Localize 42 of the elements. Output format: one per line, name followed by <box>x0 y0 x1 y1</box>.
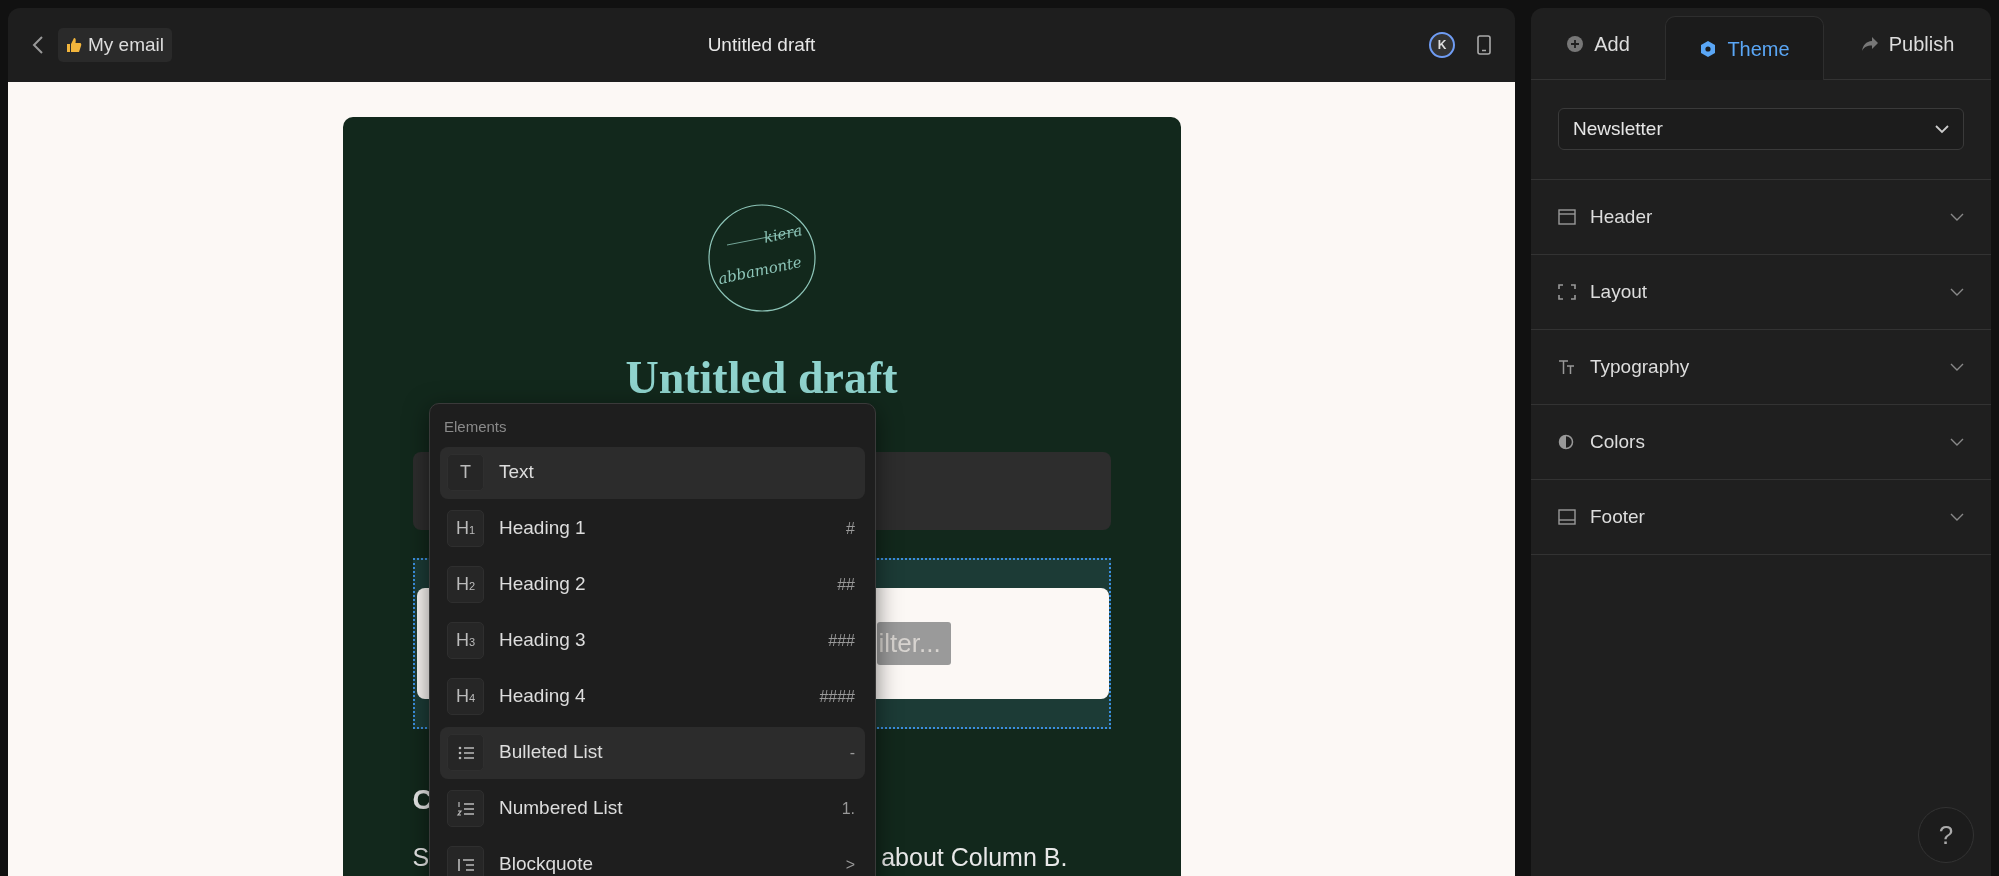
expand-corners-icon <box>1558 284 1576 300</box>
contrast-icon <box>1558 434 1576 450</box>
footer-layout-icon <box>1558 509 1576 525</box>
settings-section[interactable]: Header <box>1531 180 1991 255</box>
menu-item[interactable]: T Text <box>440 446 865 499</box>
document-title: Untitled draft <box>707 32 816 57</box>
filter-text: ilter... <box>876 621 951 665</box>
chevron-down-icon <box>1950 212 1964 222</box>
settings-section[interactable]: Typography <box>1531 330 1991 405</box>
text-size-icon <box>1558 359 1576 375</box>
phone-icon[interactable] <box>1477 35 1491 55</box>
template-dropdown[interactable]: Newsletter <box>1558 108 1964 150</box>
header-layout-icon <box>1558 209 1576 225</box>
settings-section[interactable]: Footer <box>1531 480 1991 555</box>
menu-item[interactable]: Numbered List 1. <box>440 782 865 835</box>
menu-heading: Elements <box>443 417 508 437</box>
panel-tab[interactable]: Theme <box>1665 16 1824 80</box>
back-icon[interactable] <box>32 35 44 55</box>
chevron-down-icon <box>1950 287 1964 297</box>
email-name-chip[interactable]: My email <box>58 27 172 63</box>
help-button[interactable]: ? <box>1918 807 1974 863</box>
share-arrow-icon <box>1860 35 1879 53</box>
chevron-down-icon <box>1935 124 1949 134</box>
logo-drawing: kiera abbamonte <box>706 203 817 313</box>
chevron-down-icon <box>1950 437 1964 447</box>
menu-item[interactable]: Bulleted List - <box>440 726 865 779</box>
paragraph-text: about Column B. <box>881 841 1068 873</box>
user-avatar[interactable]: K <box>1429 32 1455 58</box>
email-name: My email <box>88 32 164 57</box>
email-title: Untitled draft <box>624 351 899 405</box>
hexagon-icon <box>1699 39 1718 58</box>
plus-icon <box>1566 35 1585 53</box>
menu-item[interactable]: Blockquote > <box>440 838 865 876</box>
panel-tab[interactable]: Publish <box>1824 8 1991 80</box>
thumbs-up-icon <box>66 37 82 53</box>
settings-section[interactable]: Layout <box>1531 255 1991 330</box>
settings-section[interactable]: Colors <box>1531 405 1991 480</box>
chevron-down-icon <box>1950 362 1964 372</box>
chevron-down-icon <box>1950 512 1964 522</box>
paragraph-text: S <box>412 841 430 873</box>
block-type-icon: T <box>447 454 484 491</box>
panel-tab[interactable]: Add <box>1531 8 1665 80</box>
